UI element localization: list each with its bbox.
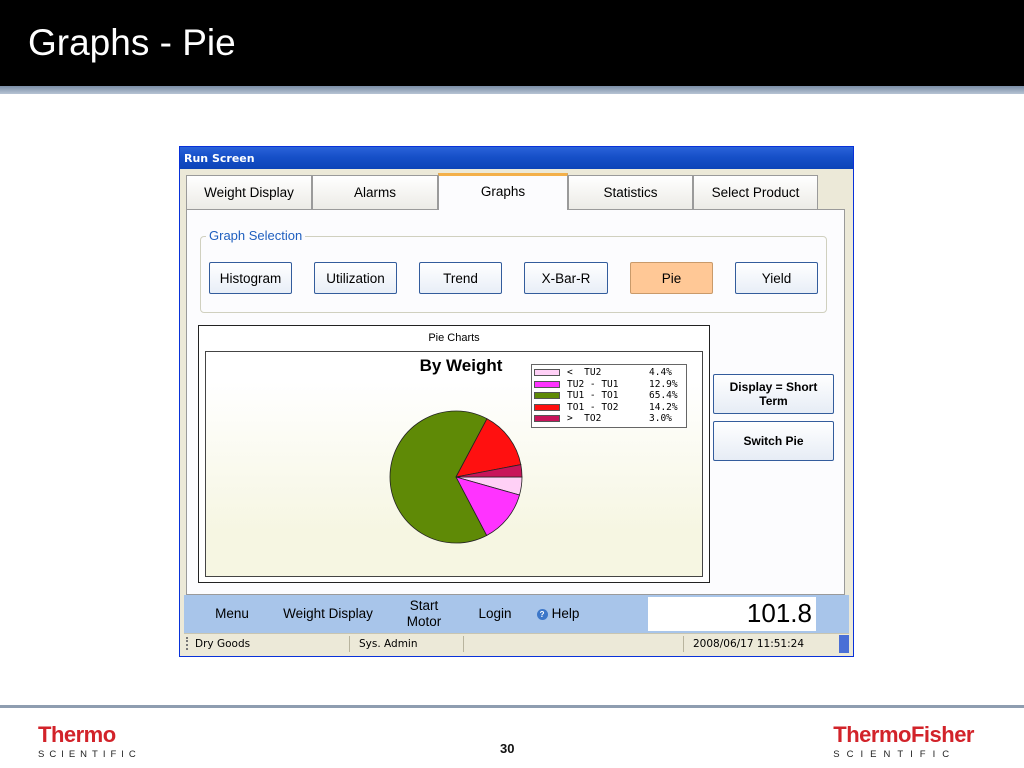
button-label: Pie — [661, 270, 682, 286]
legend-swatch — [534, 403, 560, 411]
legend-percent: 14.2% — [649, 401, 678, 413]
switch-pie-button[interactable]: Switch Pie — [713, 421, 834, 461]
legend-swatch — [534, 369, 560, 377]
window-title: Run Screen — [184, 152, 255, 165]
help-button[interactable]: ? Help — [528, 595, 588, 633]
pie-chart-frame: Pie Charts By Weight < TU2 4.4% TU2 - TU1 1… — [198, 325, 710, 583]
tab-select-product[interactable]: Select Product — [693, 175, 818, 209]
logo-sub: SCIENTIFIC — [38, 749, 141, 760]
legend-label: TU2 - TU1 — [567, 378, 619, 390]
chart-plot-area: By Weight < TU2 4.4% TU2 - TU1 12.9% TU1 - T… — [205, 351, 703, 577]
start-motor-label-line2: Motor — [406, 614, 442, 629]
legend-swatch — [534, 415, 560, 423]
button-label: Yield — [761, 270, 792, 286]
legend-percent: 3.0% — [649, 413, 672, 425]
login-button[interactable]: Login — [466, 595, 524, 633]
histogram-button[interactable]: Histogram — [209, 262, 292, 294]
tab-label: Select Product — [711, 185, 800, 200]
legend-label: > TO2 — [567, 413, 602, 425]
status-datetime: 2008/06/17 11:51:24 — [693, 638, 805, 650]
login-label: Login — [478, 606, 512, 621]
window-client-area: Weight Display Alarms Graphs Statistics … — [184, 173, 849, 653]
weight-value: 101.8 — [746, 598, 812, 628]
start-motor-label-line1: Start — [409, 598, 439, 613]
run-screen-window: Run Screen Weight Display Alarms Graphs … — [179, 146, 854, 657]
window-titlebar[interactable]: Run Screen — [180, 147, 853, 169]
slide-title: Graphs - Pie — [28, 22, 236, 63]
tab-label: Statistics — [603, 185, 658, 200]
help-icon: ? — [536, 608, 548, 620]
legend-label: TO1 - TO2 — [567, 401, 619, 413]
legend-item: TU1 - TO1 65.4% — [534, 390, 686, 402]
logo-brand: Thermo — [38, 722, 116, 747]
logo-sub: SCIENTIFIC — [833, 749, 957, 760]
tab-alarms[interactable]: Alarms — [312, 175, 438, 209]
legend-swatch — [534, 392, 560, 400]
chart-legend: < TU2 4.4% TU2 - TU1 12.9% TU1 - TO1 65.4% TO1… — [531, 364, 687, 428]
button-label: Display = Short Term — [729, 380, 818, 408]
pie-chart — [389, 410, 523, 544]
weight-value-display: 101.8 — [648, 597, 816, 631]
legend-item: TO1 - TO2 14.2% — [534, 402, 686, 414]
chart-frame-title: Pie Charts — [428, 332, 480, 344]
status-grip — [186, 637, 189, 650]
utilization-button[interactable]: Utilization — [314, 262, 397, 294]
legend-item: TU2 - TU1 12.9% — [534, 379, 686, 391]
pie-button[interactable]: Pie — [630, 262, 713, 294]
header-rule — [0, 86, 1024, 94]
status-message — [468, 636, 684, 652]
legend-percent: 12.9% — [649, 378, 678, 390]
slide-header: Graphs - Pie — [0, 0, 1024, 86]
logo-brand: ThermoFisher — [833, 722, 974, 747]
weight-display-label: Weight Display — [283, 606, 373, 621]
tab-statistics[interactable]: Statistics — [568, 175, 693, 209]
thermo-scientific-logo: Thermo SCIENTIFIC — [38, 722, 141, 760]
help-label: Help — [551, 606, 580, 621]
thermofisher-scientific-logo: ThermoFisher SCIENTIFIC — [833, 722, 974, 760]
tab-weight-display[interactable]: Weight Display — [186, 175, 312, 209]
tab-graphs[interactable]: Graphs — [438, 173, 568, 210]
legend-percent: 65.4% — [649, 390, 678, 402]
footer-rule — [0, 705, 1024, 708]
graphs-tab-panel: Graph Selection Histogram Utilization Tr… — [186, 209, 845, 595]
page-number: 30 — [500, 741, 515, 756]
tab-label: Graphs — [480, 184, 526, 199]
graph-selection-label: Graph Selection — [206, 228, 306, 243]
tab-label: Weight Display — [204, 185, 294, 200]
graph-selection-group: Graph Selection Histogram Utilization Tr… — [200, 228, 827, 313]
menu-label: Menu — [215, 606, 249, 621]
weight-display-button[interactable]: Weight Display — [274, 595, 382, 633]
yield-button[interactable]: Yield — [735, 262, 818, 294]
display-short-term-button[interactable]: Display = Short Term — [713, 374, 834, 414]
tab-label: Alarms — [353, 185, 396, 200]
resize-grip[interactable] — [839, 635, 849, 653]
button-label: Histogram — [219, 270, 282, 286]
x-bar-r-button[interactable]: X-Bar-R — [524, 262, 608, 294]
start-motor-button[interactable]: Start Motor — [394, 595, 454, 633]
legend-label: < TU2 — [567, 367, 602, 379]
button-label: Trend — [443, 270, 478, 286]
legend-label: TU1 - TO1 — [567, 390, 619, 402]
legend-percent: 4.4% — [649, 367, 672, 379]
bottom-menu-bar: Menu Weight Display Start Motor Login ? H… — [184, 595, 849, 633]
trend-button[interactable]: Trend — [419, 262, 502, 294]
legend-swatch — [534, 380, 560, 388]
button-label: Utilization — [326, 270, 385, 286]
status-bar: Dry Goods Sys. Admin 2008/06/17 11:51:24 — [184, 633, 849, 653]
status-user: Sys. Admin — [354, 636, 464, 652]
button-label: Switch Pie — [743, 434, 804, 448]
button-label: X-Bar-R — [541, 270, 591, 286]
status-product: Dry Goods — [190, 636, 350, 652]
chart-title: By Weight — [419, 356, 503, 375]
legend-item: > TO2 3.0% — [534, 413, 686, 425]
legend-item: < TU2 4.4% — [534, 367, 686, 379]
menu-button[interactable]: Menu — [198, 595, 266, 633]
